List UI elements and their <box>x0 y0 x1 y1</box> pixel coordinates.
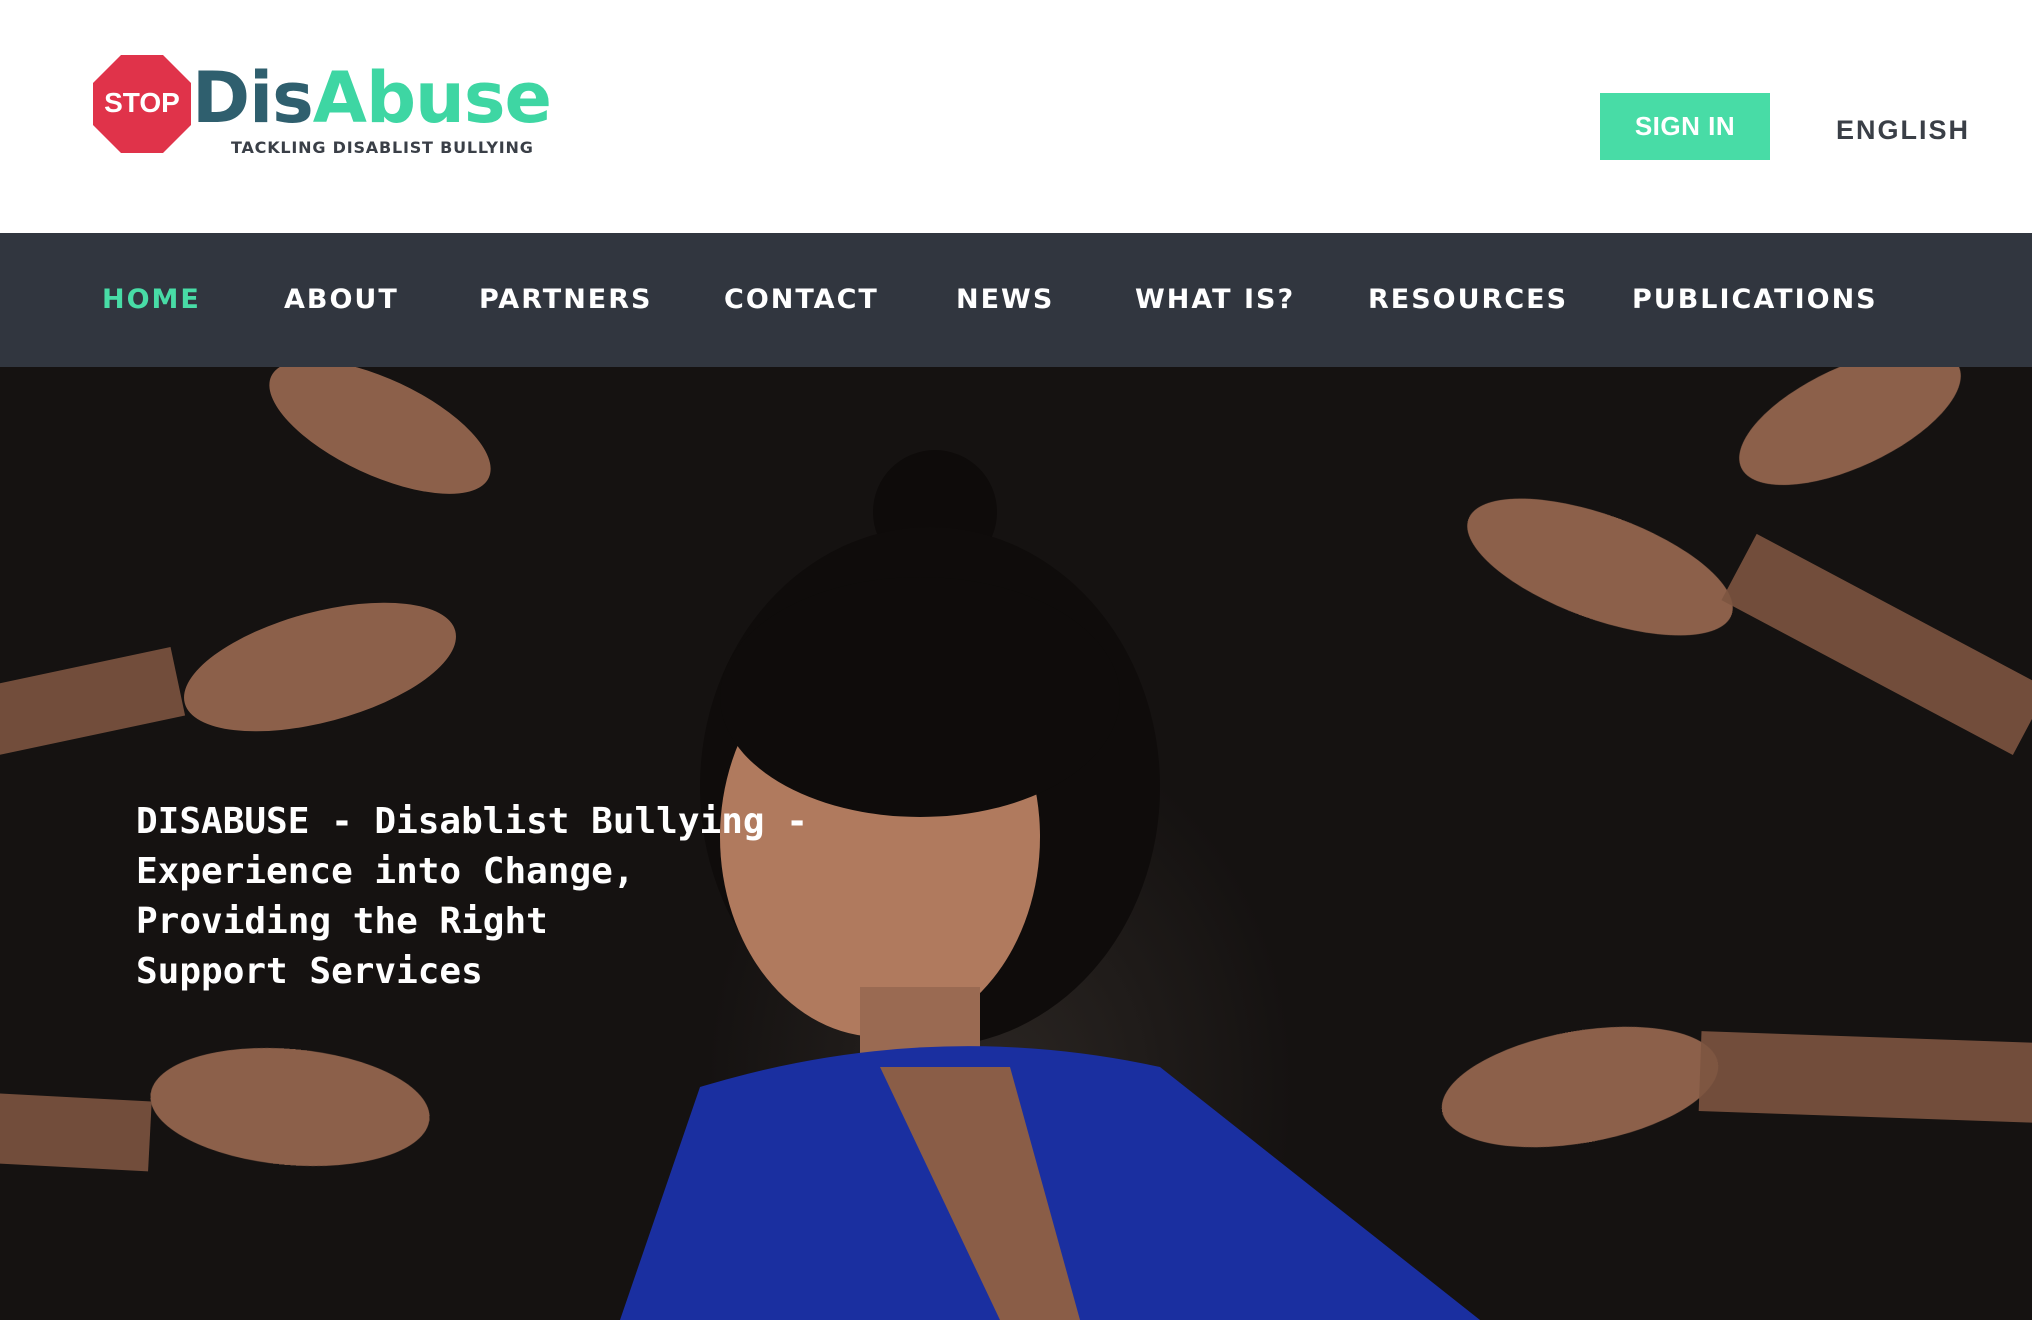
brand-part-abuse: Abuse <box>312 57 552 139</box>
hero-banner: DISABUSE - Disablist Bullying - Experien… <box>0 367 2032 1320</box>
nav-item-resources[interactable]: RESOURCES <box>1368 280 1568 320</box>
stop-sign-icon: STOP <box>92 54 192 154</box>
arm-shape <box>1721 533 2032 756</box>
hand-shape <box>184 602 456 732</box>
hero-title-line: Providing the Right <box>136 901 548 942</box>
stop-sign-label: STOP <box>104 87 180 118</box>
nav-item-contact[interactable]: CONTACT <box>724 280 879 320</box>
brand-part-dis: Dis <box>192 57 314 139</box>
site-logo[interactable]: STOP DisAbuse TACKLING DISABLIST BULLYIN… <box>92 54 552 164</box>
hand-shape <box>150 1047 430 1167</box>
hero-title-line: DISABUSE - Disablist Bullying - <box>136 801 808 842</box>
hero-title-line: Support Services <box>136 951 483 992</box>
nav-item-publications[interactable]: PUBLICATIONS <box>1632 280 1878 320</box>
arm-shape <box>0 1092 152 1172</box>
arm-shape <box>0 646 186 758</box>
hero-title-line: Experience into Change, <box>136 851 635 892</box>
site-header: STOP DisAbuse TACKLING DISABLIST BULLYIN… <box>0 0 2032 233</box>
main-navigation: HOME ABOUT PARTNERS CONTACT NEWS WHAT IS… <box>0 233 2032 367</box>
nav-item-news[interactable]: NEWS <box>956 280 1054 320</box>
brand-wordmark: DisAbuse <box>192 57 552 139</box>
nav-item-about[interactable]: ABOUT <box>284 280 399 320</box>
hand-shape <box>269 367 491 494</box>
hand-shape <box>1739 367 1961 486</box>
language-selector[interactable]: ENGLISH <box>1836 110 1970 150</box>
hero-title: DISABUSE - Disablist Bullying - Experien… <box>136 797 808 997</box>
nav-item-what-is[interactable]: WHAT IS? <box>1135 280 1295 320</box>
brand-tagline: TACKLING DISABLIST BULLYING <box>231 138 534 157</box>
hand-shape <box>1441 1026 1719 1148</box>
nav-item-partners[interactable]: PARTNERS <box>479 280 652 320</box>
hand-shape <box>1467 498 1733 636</box>
sign-in-button[interactable]: SIGN IN <box>1600 93 1770 160</box>
nav-item-home[interactable]: HOME <box>102 280 201 320</box>
arm-shape <box>1698 1031 2032 1123</box>
